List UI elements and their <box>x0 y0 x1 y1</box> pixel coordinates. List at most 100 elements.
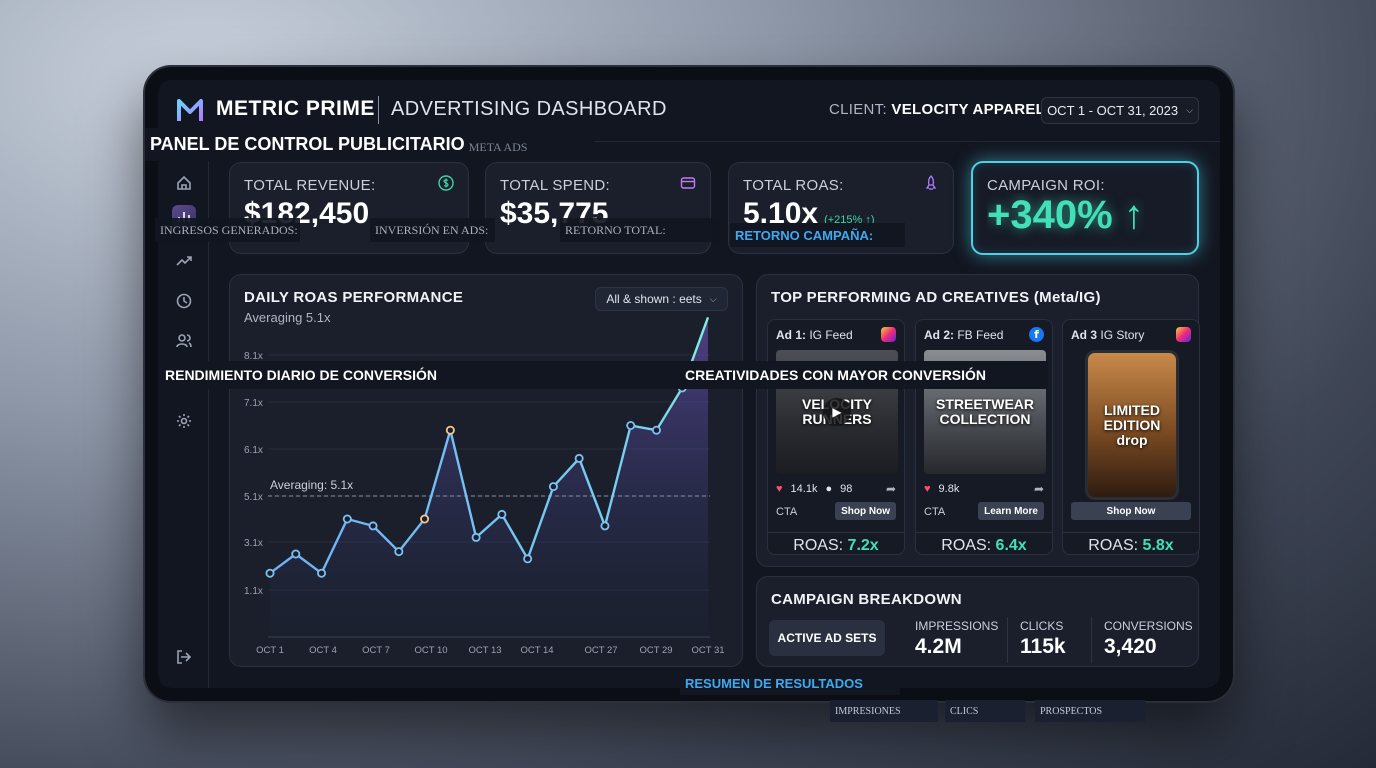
ad-1-header: Ad 1: IG Feed <box>776 328 853 342</box>
client-name: VELOCITY APPAREL <box>891 101 1046 118</box>
overlay-title-es-text: PANEL DE CONTROL PUBLICITARIO <box>150 134 465 154</box>
clicks-label: CLICKS <box>1020 619 1064 633</box>
data-point <box>394 547 404 557</box>
ad-2-likes: 9.8k <box>938 483 960 495</box>
ad-1-shop-now-button[interactable]: Shop Now <box>835 502 896 520</box>
ad-2-stats: ♥ 9.8k <box>924 483 959 495</box>
share-icon[interactable]: ➦ <box>886 482 896 496</box>
data-point <box>291 549 301 559</box>
data-point <box>651 425 661 435</box>
ad-1-cta-label: CTA <box>776 506 798 518</box>
kpi-roi-label: CAMPAIGN ROI: <box>987 177 1105 194</box>
ad-1-roas-label: ROAS: <box>793 537 844 554</box>
overlay-conversions-es: PROSPECTOS <box>1035 700 1145 722</box>
y-tick-label: 3.1x <box>244 538 263 549</box>
ad-2-roas-value: 6.4x <box>995 537 1027 554</box>
instagram-icon <box>1176 327 1191 342</box>
clock-icon[interactable] <box>172 289 196 313</box>
overlay-impressions-es: IMPRESIONES <box>830 700 938 722</box>
overlay-roas-es: RETORNO TOTAL: <box>560 218 720 242</box>
x-tick-label: OCT 7 <box>362 645 390 656</box>
ad-2-learn-more-button[interactable]: Learn More <box>978 502 1044 520</box>
metric-prime-logo-icon <box>177 99 203 121</box>
ad-3-placement: IG Story <box>1100 328 1145 342</box>
ad-1-roas-value: 7.2x <box>847 537 879 554</box>
ad-3-header: Ad 3 IG Story <box>1071 328 1144 342</box>
kpi-revenue-label: TOTAL REVENUE: <box>244 177 376 194</box>
data-point <box>420 514 430 524</box>
ad-3-shop-now-button[interactable]: Shop Now <box>1071 502 1191 520</box>
kpi-roi-value: +340% ↑ <box>987 193 1144 237</box>
x-tick-label: OCT 13 <box>468 645 501 656</box>
date-range-select[interactable]: OCT 1 - OCT 31, 2023 ⌵ <box>1041 97 1199 124</box>
ad-3-number: Ad 3 <box>1071 328 1098 342</box>
kpi-campaign-roi: CAMPAIGN ROI: +340% ↑ <box>971 161 1199 255</box>
trend-icon[interactable] <box>172 249 196 273</box>
ad-3-roas-label: ROAS: <box>1088 537 1139 554</box>
data-point <box>445 425 455 435</box>
ad-3-roas-value: 5.8x <box>1142 537 1174 554</box>
ad-2-image-text: STREETWEAR COLLECTION <box>936 396 1034 427</box>
rocket-icon <box>925 175 937 190</box>
users-icon[interactable] <box>172 329 196 353</box>
x-tick-label: OCT 1 <box>256 645 284 656</box>
ad-card-1[interactable]: Ad 1: IG Feed VELOCITY RUNNERS ▶ ♥14.1k●… <box>767 319 905 555</box>
data-point <box>471 532 481 542</box>
ad-1-placement: IG Feed <box>809 328 853 342</box>
brand-name: METRIC PRIME <box>216 97 375 120</box>
overlay-title-es: PANEL DE CONTROL PUBLICITARIO META ADS <box>145 128 595 161</box>
ad-2-roas: ROAS: 6.4x <box>916 532 1052 555</box>
ad-3-image-text: LIMITED EDITION drop <box>1103 401 1161 448</box>
metric-divider <box>1007 617 1008 663</box>
data-point <box>265 568 275 578</box>
overlay-chart-es: RENDIMIENTO DIARIO DE CONVERSIÓN <box>160 361 680 389</box>
active-ad-sets-button[interactable]: ACTIVE AD SETS <box>769 620 885 656</box>
ad-card-3[interactable]: Ad 3 IG Story LIMITED EDITION drop Shop … <box>1062 319 1200 555</box>
data-point <box>317 568 327 578</box>
home-icon[interactable] <box>172 171 196 195</box>
campaign-breakdown-panel: CAMPAIGN BREAKDOWN ACTIVE AD SETS IMPRES… <box>756 576 1199 667</box>
y-tick-label: 7.1x <box>244 398 263 409</box>
data-point <box>342 514 352 524</box>
heart-icon: ♥ <box>924 483 931 495</box>
daily-roas-panel: DAILY ROAS PERFORMANCE Averaging 5.1x Al… <box>229 274 743 667</box>
x-tick-label: OCT 4 <box>309 645 337 656</box>
x-tick-label: OCT 10 <box>414 645 447 656</box>
x-tick-label: OCT 14 <box>520 645 553 656</box>
chevron-down-icon: ⌵ <box>1186 105 1193 115</box>
overlay-clicks-es: CLICS <box>945 700 1025 722</box>
x-tick-label: OCT 27 <box>584 645 617 656</box>
comment-icon: ● <box>825 483 833 495</box>
overlay-spend-es: INVERSIÓN EN ADS: <box>370 218 495 242</box>
ad-2-header: Ad 2: FB Feed <box>924 328 1003 342</box>
ad-2-number: Ad 2: <box>924 328 954 342</box>
y-tick-label: 1.1x <box>244 586 263 597</box>
settings-gear-icon[interactable] <box>172 409 196 433</box>
overlay-meta-ads: META ADS <box>468 140 528 154</box>
data-point <box>368 521 378 531</box>
client-info: CLIENT: VELOCITY APPAREL <box>829 101 1045 118</box>
overlay-creatives-es: CREATIVIDADES CON MAYOR CONVERSIÓN <box>680 361 1048 389</box>
creatives-title: TOP PERFORMING AD CREATIVES (Meta/IG) <box>771 289 1101 306</box>
play-icon[interactable]: ▶ <box>823 398 851 426</box>
client-label: CLIENT: <box>829 101 887 118</box>
ad-card-2[interactable]: Ad 2: FB Feed f STREETWEAR COLLECTION ♥ 9… <box>915 319 1053 555</box>
ad-1-roas: ROAS: 7.2x <box>768 532 904 555</box>
ad-3-image[interactable]: LIMITED EDITION drop <box>1085 350 1179 500</box>
kpi-roas-label: TOTAL ROAS: <box>743 177 844 194</box>
title-divider <box>378 96 379 124</box>
clicks-value: 115k <box>1020 635 1066 658</box>
ad-2-roas-label: ROAS: <box>941 537 992 554</box>
logout-icon[interactable] <box>172 645 196 669</box>
clicks-metric: CLICKS 115k <box>1020 619 1066 659</box>
data-point <box>497 509 507 519</box>
overlay-breakdown-es: RESUMEN DE RESULTADOS <box>680 671 900 695</box>
y-tick-label: 6.1x <box>244 445 263 456</box>
x-tick-label: OCT 31 <box>691 645 724 656</box>
y-tick-label: 5.1x <box>244 492 263 503</box>
impressions-metric: IMPRESSIONS 4.2M <box>915 619 998 659</box>
share-icon[interactable]: ➦ <box>1034 482 1044 496</box>
date-range-value: OCT 1 - OCT 31, 2023 <box>1047 103 1179 118</box>
heart-icon: ♥ <box>776 483 783 495</box>
ad-1-stats: ♥ 14.1k ● 98 <box>776 483 852 495</box>
